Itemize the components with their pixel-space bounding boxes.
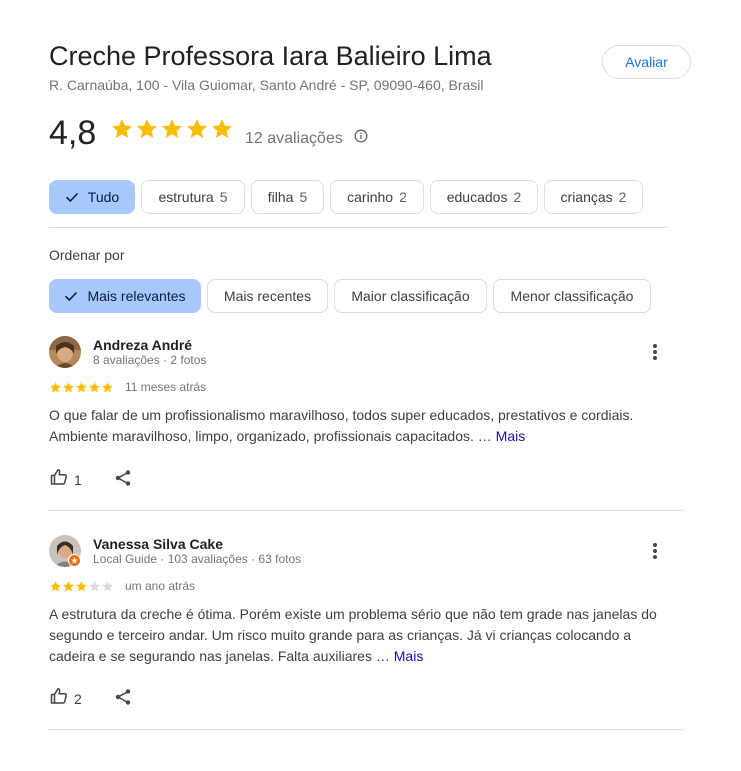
sort-chip-label: Menor classificação xyxy=(510,288,634,304)
avatar[interactable] xyxy=(49,336,81,368)
filter-chip-label: educados xyxy=(446,189,508,205)
star-icon xyxy=(112,119,132,138)
reviewer-meta: 8 avaliações · 2 fotos xyxy=(93,353,207,367)
filter-chip-estrutura[interactable]: estrutura 5 xyxy=(141,180,245,214)
sort-chip-mais-relevantes[interactable]: Mais relevantes xyxy=(49,279,201,313)
star-icon xyxy=(50,581,61,592)
thumbs-up-icon xyxy=(50,468,68,491)
divider xyxy=(49,227,668,228)
sort-chip-menor-classificacao[interactable]: Menor classificação xyxy=(493,279,651,313)
sort-chip-label: Mais recentes xyxy=(223,288,312,304)
share-icon xyxy=(114,688,132,711)
sort-chip-label: Maior classificação xyxy=(351,288,470,304)
review-time: um ano atrás xyxy=(125,579,196,593)
review-body: O que falar de um profissionalismo marav… xyxy=(49,407,634,444)
filter-chip-tudo[interactable]: Tudo xyxy=(49,180,135,214)
filter-chip-criancas[interactable]: crianças 2 xyxy=(544,180,643,214)
review-stars xyxy=(49,580,114,593)
filter-chip-filha[interactable]: filha 5 xyxy=(251,180,324,214)
filter-chip-label: filha xyxy=(267,189,294,205)
filter-chip-count: 5 xyxy=(299,189,308,205)
share-button[interactable] xyxy=(114,688,132,711)
more-link[interactable]: Mais xyxy=(496,428,526,444)
sort-chip-mais-recentes[interactable]: Mais recentes xyxy=(207,279,328,313)
star-icon xyxy=(50,382,61,393)
filter-chip-educados[interactable]: educados 2 xyxy=(430,180,538,214)
share-icon xyxy=(114,469,132,492)
star-icon xyxy=(137,119,157,138)
like-count: 1 xyxy=(74,471,82,488)
star-icon xyxy=(187,119,207,138)
star-icon xyxy=(76,581,87,592)
star-icon xyxy=(63,581,74,592)
local-guide-badge-icon xyxy=(68,554,81,567)
star-icon xyxy=(102,382,113,393)
review-text: A estrutura da creche é ótima. Porém exi… xyxy=(49,604,669,667)
filter-chip-count: 2 xyxy=(513,189,522,205)
reviewer-meta: Local Guide · 103 avaliações · 63 fotos xyxy=(93,552,302,566)
star-icon xyxy=(89,382,100,393)
avaliar-button[interactable]: Avaliar xyxy=(602,45,691,79)
divider xyxy=(49,729,684,730)
reviewer-name[interactable]: Vanessa Silva Cake xyxy=(93,536,223,552)
filter-chip-label: carinho xyxy=(347,189,394,205)
filter-chip-label: Tudo xyxy=(87,189,120,205)
more-options-icon[interactable] xyxy=(643,539,667,563)
review-count: 12 avaliações xyxy=(245,130,343,147)
review-time: 11 meses atrás xyxy=(125,380,207,394)
star-icon xyxy=(63,382,74,393)
star-icon xyxy=(76,382,87,393)
sort-chip-maior-classificacao[interactable]: Maior classificação xyxy=(334,279,487,313)
more-link[interactable]: Mais xyxy=(394,648,424,664)
like-button[interactable]: 1 xyxy=(50,468,82,491)
star-icon xyxy=(162,119,182,138)
reviewer-name[interactable]: Andreza André xyxy=(93,337,192,353)
place-address: R. Carnaúba, 100 - Vila Guiomar, Santo A… xyxy=(49,77,484,93)
rating-value: 4,8 xyxy=(49,114,97,152)
filter-chip-count: 2 xyxy=(399,189,407,205)
check-icon xyxy=(64,289,78,303)
sort-label: Ordenar por xyxy=(49,247,125,263)
review-stars xyxy=(49,381,114,394)
like-count: 2 xyxy=(74,690,82,707)
star-icon xyxy=(89,581,100,592)
sort-chip-label: Mais relevantes xyxy=(87,288,186,304)
filter-chip-count: 5 xyxy=(219,189,228,205)
filter-chip-carinho[interactable]: carinho 2 xyxy=(330,180,424,214)
place-title: Creche Professora Iara Balieiro Lima xyxy=(49,41,492,71)
review-body: A estrutura da creche é ótima. Porém exi… xyxy=(49,606,657,664)
filter-chip-label: estrutura xyxy=(158,189,214,205)
star-icon xyxy=(102,581,113,592)
star-icon xyxy=(212,119,232,138)
thumbs-up-icon xyxy=(50,687,68,710)
review-text: O que falar de um profissionalismo marav… xyxy=(49,405,669,447)
info-icon[interactable] xyxy=(354,129,368,143)
filter-chip-count: 2 xyxy=(618,189,627,205)
more-options-icon[interactable] xyxy=(643,340,667,364)
share-button[interactable] xyxy=(114,469,132,492)
rating-stars xyxy=(110,117,234,141)
check-icon xyxy=(65,190,79,204)
filter-chip-label: crianças xyxy=(560,189,613,205)
divider xyxy=(49,510,684,511)
like-button[interactable]: 2 xyxy=(50,687,82,710)
